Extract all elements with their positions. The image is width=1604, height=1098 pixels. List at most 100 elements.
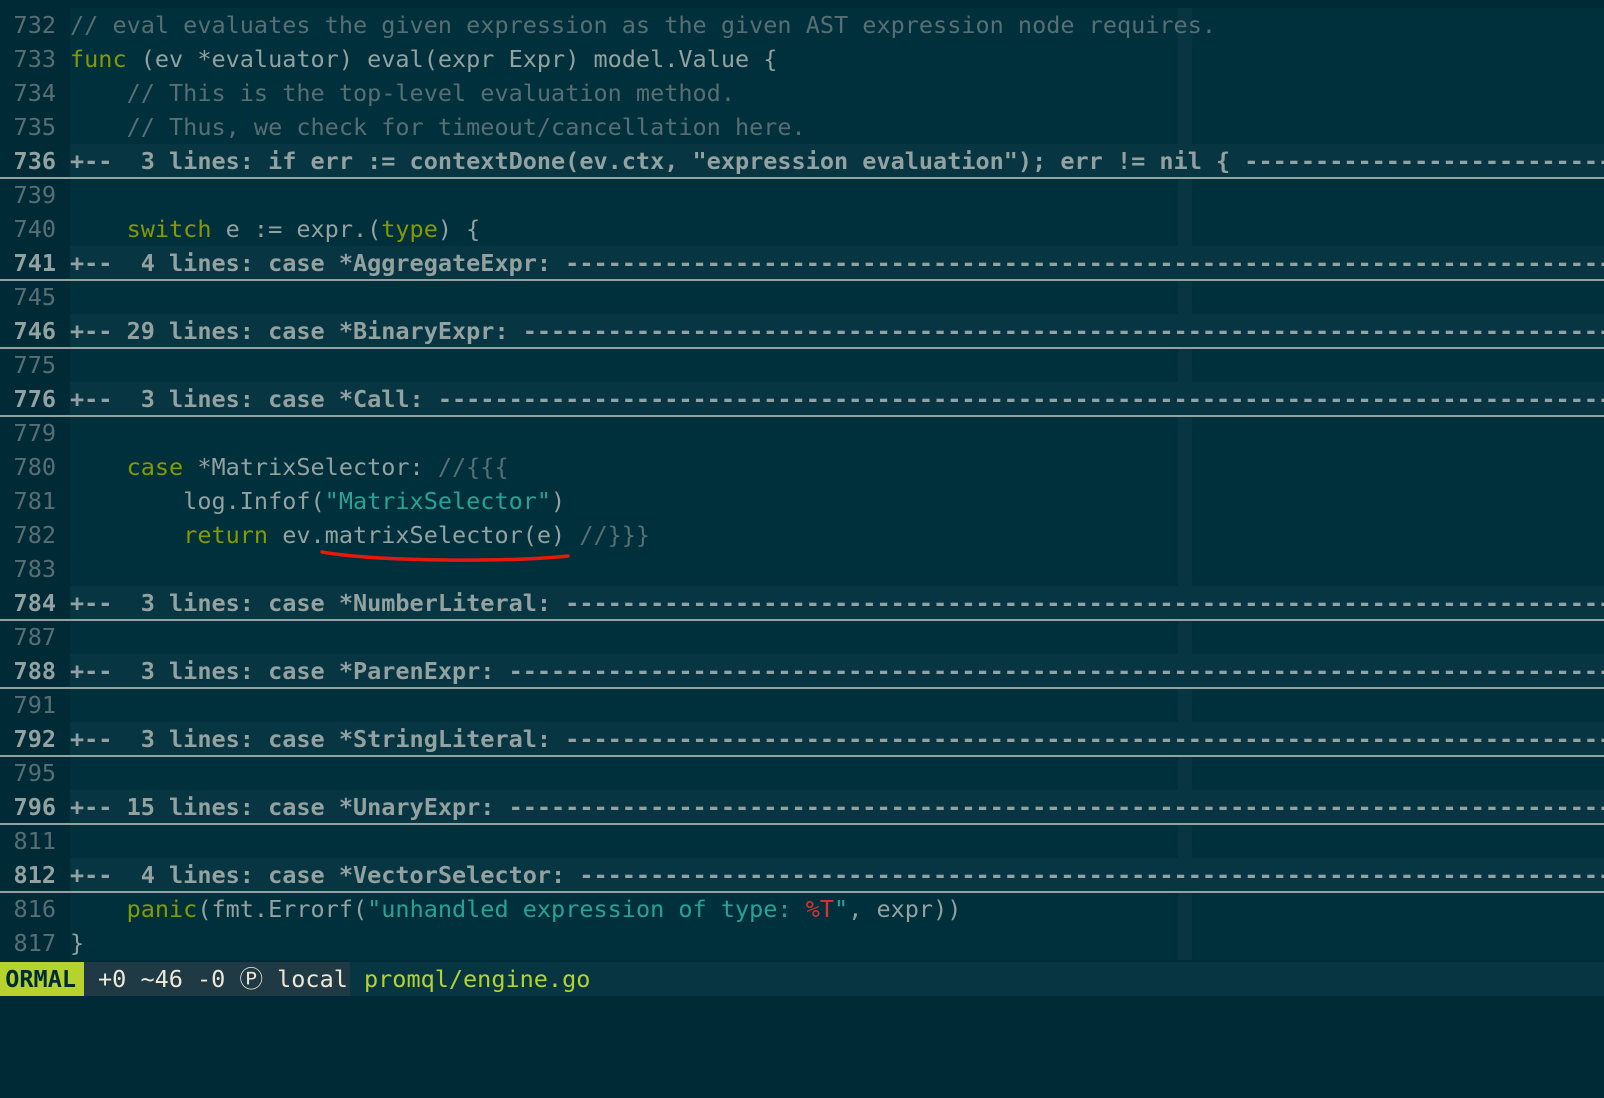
code-token: log.Infof( [70,487,325,515]
color-column [1178,688,1192,722]
status-line: ORMAL +0 ~46 -0 Ⓟ local promql/engine.go [0,962,1604,996]
line-number: 817 [0,926,70,960]
line-number: 732 [0,8,70,42]
fold-line[interactable]: 796 +-- 15 lines: case *UnaryExpr: ------… [0,790,1604,825]
fold-line[interactable]: 746 +-- 29 lines: case *BinaryExpr: -----… [0,314,1604,349]
line-number: 782 [0,518,70,552]
line-background [70,280,1604,314]
code-text: case *MatrixSelector: //{{{ [70,450,509,484]
string-token: "unhandled expression of type: [367,895,806,923]
fold-text: +-- 4 lines: case *AggregateExpr: ------… [70,249,1604,277]
code-line[interactable]: 735 // Thus, we check for timeout/cancel… [0,110,1604,144]
code-token: e := expr.( [211,215,382,243]
comment-token: // Thus, we check for timeout/cancellati… [126,113,806,141]
color-column [1178,518,1192,552]
code-token: ev.matrixSelector(e) [268,521,580,549]
fold-summary: +-- 4 lines: case *VectorSelector: -----… [70,858,1604,892]
fold-line[interactable]: 812 +-- 4 lines: case *VectorSelector: --… [0,858,1604,893]
fold-line[interactable]: 788 +-- 3 lines: case *ParenExpr: -------… [0,654,1604,689]
git-status: +0 ~46 -0 Ⓟ local [84,962,350,996]
code-line[interactable]: 817} [0,926,1604,960]
code-token: (ev *evaluator) eval(expr Expr) model.Va… [126,45,778,73]
code-line[interactable]: 732// eval evaluates the given expressio… [0,8,1604,42]
line-number: 784 [0,586,70,620]
line-number: 779 [0,416,70,450]
code-line[interactable]: 779 [0,416,1604,450]
color-column [1178,110,1192,144]
keyword-token: case [126,453,184,481]
string-token: "MatrixSelector" [324,487,552,515]
keyword-token: type [381,215,438,243]
comment-token: // eval evaluates the given expression a… [70,11,1217,39]
fold-text: +-- 4 lines: case *VectorSelector: -----… [70,861,1604,889]
fold-text: +-- 3 lines: case *StringLiteral: ------… [70,725,1604,753]
code-line[interactable]: 775 [0,348,1604,382]
line-number: 795 [0,756,70,790]
code-token: ) [551,487,566,515]
fold-line[interactable]: 784 +-- 3 lines: case *NumberLiteral: ---… [0,586,1604,621]
color-column [1178,416,1192,450]
code-line[interactable]: 795 [0,756,1604,790]
code-line[interactable]: 787 [0,620,1604,654]
code-text: // eval evaluates the given expression a… [70,8,1216,42]
line-background [70,552,1604,586]
line-number: 783 [0,552,70,586]
code-line[interactable]: 781 log.Infof("MatrixSelector") [0,484,1604,518]
fold-line[interactable]: 792 +-- 3 lines: case *StringLiteral: ---… [0,722,1604,757]
command-line[interactable] [0,996,1604,1002]
code-line[interactable]: 811 [0,824,1604,858]
line-number: 740 [0,212,70,246]
color-column [1178,42,1192,76]
fold-line[interactable]: 736 +-- 3 lines: if err := contextDone(ev… [0,144,1604,179]
comment-token: //{{{ [437,453,509,481]
fold-text: +-- 3 lines: case *ParenExpr: ----------… [70,657,1604,685]
line-background [70,824,1604,858]
code-line[interactable]: 783 [0,552,1604,586]
code-line[interactable]: 791 [0,688,1604,722]
line-number: 745 [0,280,70,314]
line-background [70,348,1604,382]
code-line[interactable]: 745 [0,280,1604,314]
line-number: 780 [0,450,70,484]
line-background [70,620,1604,654]
code-line[interactable]: 782 return ev.matrixSelector(e) //}}} [0,518,1604,552]
fold-text: +-- 3 lines: case *NumberLiteral: ------… [70,589,1604,617]
fold-summary: +-- 15 lines: case *UnaryExpr: ---------… [70,790,1604,824]
fold-line[interactable]: 741 +-- 4 lines: case *AggregateExpr: ---… [0,246,1604,281]
code-line[interactable]: 734 // This is the top-level evaluation … [0,76,1604,110]
fold-summary: +-- 29 lines: case *BinaryExpr: --------… [70,314,1604,348]
line-number: 787 [0,620,70,654]
code-token: , expr)) [848,895,962,923]
color-column [1178,450,1192,484]
file-path[interactable]: promql/engine.go [350,962,590,996]
color-column [1178,892,1192,926]
line-background [70,178,1604,212]
line-number: 792 [0,722,70,756]
code-line[interactable]: 816 panic(fmt.Errorf("unhandled expressi… [0,892,1604,926]
fold-summary: +-- 3 lines: case *StringLiteral: ------… [70,722,1604,756]
code-text: func (ev *evaluator) eval(expr Expr) mod… [70,42,777,76]
code-token: } [70,929,85,957]
keyword-token: panic [126,895,198,923]
fold-line[interactable]: 776 +-- 3 lines: case *Call: ------------… [0,382,1604,417]
color-column [1178,756,1192,790]
code-text: panic(fmt.Errorf("unhandled expression o… [70,892,962,926]
code-line[interactable]: 733 func (ev *evaluator) eval(expr Expr) … [0,42,1604,76]
color-column [1178,926,1192,960]
format-verb-token: %T [805,895,835,923]
code-text: log.Infof("MatrixSelector") [70,484,565,518]
code-line[interactable]: 780 case *MatrixSelector: //{{{ [0,450,1604,484]
code-token: (fmt.Errorf( [197,895,368,923]
code-line[interactable]: 740 switch e := expr.(type) { [0,212,1604,246]
code-editor[interactable]: 732// eval evaluates the given expressio… [0,8,1604,961]
line-number: 734 [0,76,70,110]
fold-summary: +-- 3 lines: case *Call: ---------------… [70,382,1604,416]
fold-text: +-- 29 lines: case *BinaryExpr: --------… [70,317,1604,345]
keyword-token: switch [126,215,212,243]
code-line[interactable]: 739 [0,178,1604,212]
